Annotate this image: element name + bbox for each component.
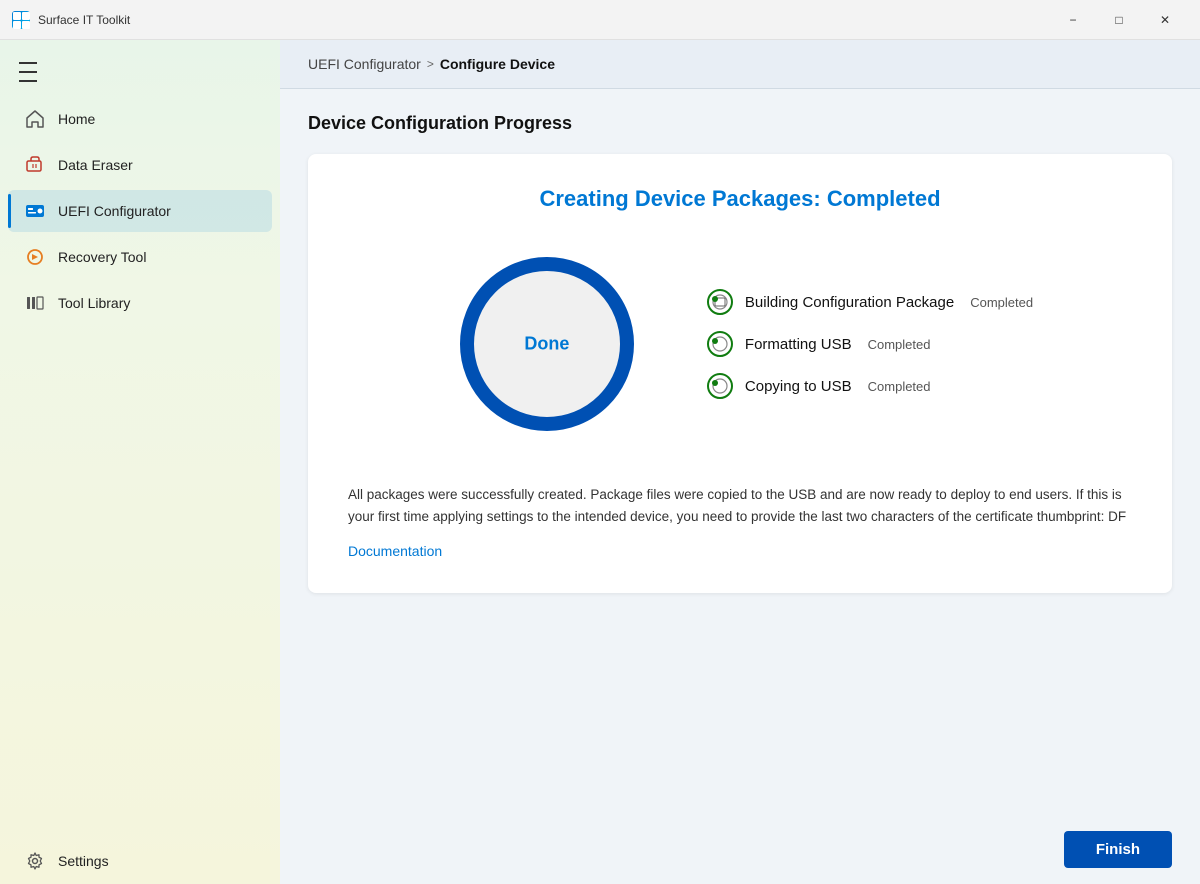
progress-visual: Done [348, 244, 1132, 444]
data-eraser-icon [24, 154, 46, 176]
settings-icon [24, 850, 46, 872]
step-copying-status: Completed [868, 379, 931, 394]
documentation-link[interactable]: Documentation [348, 543, 442, 559]
maximize-button[interactable]: □ [1096, 4, 1142, 36]
sidebar-item-settings-label: Settings [58, 853, 109, 869]
hamburger-line [19, 71, 37, 73]
creating-prefix: Creating Device Packages: [539, 186, 826, 211]
breadcrumb-current: Configure Device [440, 56, 555, 72]
sidebar-item-tool-library[interactable]: Tool Library [8, 282, 272, 324]
sidebar-toggle[interactable] [8, 52, 48, 92]
step-building-name: Building Configuration Package [745, 294, 954, 311]
sidebar-item-uefi-label: UEFI Configurator [58, 203, 171, 219]
sidebar-item-recovery-tool[interactable]: Recovery Tool [8, 236, 272, 278]
app-icon [12, 11, 30, 29]
window-controls: − □ ✕ [1050, 4, 1188, 36]
creating-title: Creating Device Packages: Completed [348, 186, 1132, 212]
step-item-building: Building Configuration Package Completed [707, 289, 1033, 315]
breadcrumb-separator: > [427, 57, 434, 71]
step-formatting-name: Formatting USB [745, 336, 852, 353]
step-building-status: Completed [970, 295, 1033, 310]
progress-card: Creating Device Packages: Completed Done [308, 154, 1172, 593]
content-footer: Finish [280, 815, 1200, 884]
minimize-button[interactable]: − [1050, 4, 1096, 36]
step-item-copying: Copying to USB Completed [707, 373, 1033, 399]
step-copying-name: Copying to USB [745, 378, 852, 395]
breadcrumb: UEFI Configurator > Configure Device [308, 56, 1172, 72]
sidebar-item-recovery-label: Recovery Tool [58, 249, 146, 265]
step-copying-icon [707, 373, 733, 399]
breadcrumb-parent[interactable]: UEFI Configurator [308, 56, 421, 72]
sidebar-item-home[interactable]: Home [8, 98, 272, 140]
sidebar-item-uefi-configurator[interactable]: UEFI Configurator [8, 190, 272, 232]
sidebar-item-data-eraser-label: Data Eraser [58, 157, 133, 173]
title-bar: Surface IT Toolkit − □ ✕ [0, 0, 1200, 40]
main-content: UEFI Configurator > Configure Device Dev… [280, 40, 1200, 884]
steps-list: Building Configuration Package Completed… [707, 289, 1033, 399]
recovery-icon [24, 246, 46, 268]
sidebar-item-home-label: Home [58, 111, 95, 127]
step-building-icon [707, 289, 733, 315]
step-item-formatting: Formatting USB Completed [707, 331, 1033, 357]
sidebar-item-settings[interactable]: Settings [8, 840, 272, 882]
circle-done-text: Done [524, 334, 569, 355]
sidebar-item-data-eraser[interactable]: Data Eraser [8, 144, 272, 186]
hamburger-line [19, 80, 37, 82]
section-title: Device Configuration Progress [308, 113, 1172, 134]
sidebar: Home Data Eraser [0, 40, 280, 884]
app-title: Surface IT Toolkit [38, 13, 1050, 27]
hamburger-line [19, 62, 37, 64]
description-text: All packages were successfully created. … [348, 484, 1132, 527]
sidebar-item-tool-library-label: Tool Library [58, 295, 130, 311]
content-body: Device Configuration Progress Creating D… [280, 89, 1200, 815]
content-header: UEFI Configurator > Configure Device [280, 40, 1200, 89]
close-button[interactable]: ✕ [1142, 4, 1188, 36]
step-formatting-status: Completed [868, 337, 931, 352]
app-layout: Home Data Eraser [0, 40, 1200, 884]
finish-button[interactable]: Finish [1064, 831, 1172, 868]
tool-library-icon [24, 292, 46, 314]
circle-container: Done [447, 244, 647, 444]
home-icon [24, 108, 46, 130]
creating-status: Completed [827, 186, 941, 211]
step-formatting-icon [707, 331, 733, 357]
uefi-icon [24, 200, 46, 222]
